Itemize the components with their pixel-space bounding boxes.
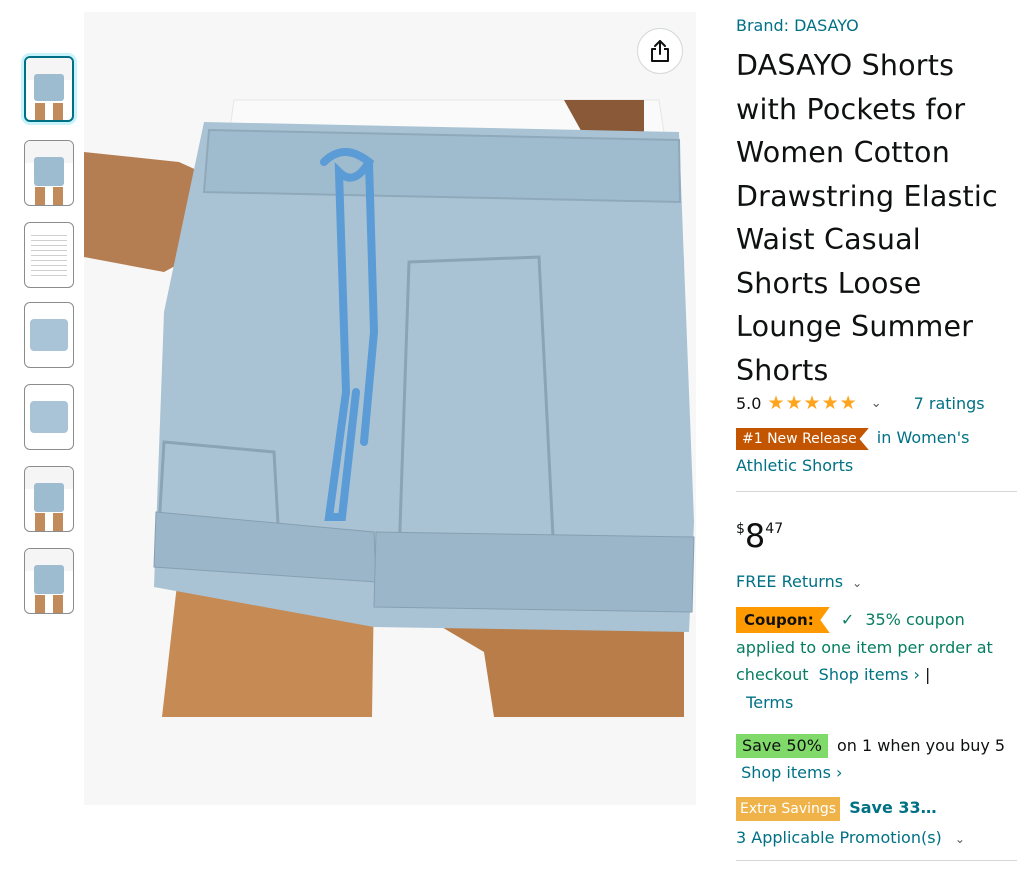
save-text: on 1 when you buy 5 xyxy=(837,736,1006,755)
promotions-link[interactable]: 3 Applicable Promotion(s) ⌄ xyxy=(736,828,965,847)
divider-bottom xyxy=(736,860,1017,861)
promotions-label: 3 Applicable Promotion(s) xyxy=(736,828,942,847)
coupon-block: Coupon: ✓ 35% coupon applied to one item… xyxy=(736,606,1021,716)
chevron-down-icon: ⌄ xyxy=(852,576,863,590)
star-icon: ★ xyxy=(821,392,839,414)
price: $ 8 47 xyxy=(736,517,783,555)
thumbnail-7[interactable] xyxy=(24,548,74,614)
product-title: DASAYO Shorts with Pockets for Women Cot… xyxy=(736,49,998,387)
price-symbol: $ xyxy=(736,521,745,537)
free-returns-link[interactable]: FREE Returns ⌄ xyxy=(736,572,862,591)
chevron-down-icon[interactable]: ⌄ xyxy=(871,396,882,411)
new-release-badge[interactable]: #1 New Release xyxy=(736,428,869,450)
share-icon xyxy=(651,40,669,62)
star-icon: ★ xyxy=(803,392,821,414)
extra-savings-row: Extra Savings Save 33… xyxy=(736,797,1021,821)
checkmark-icon: ✓ xyxy=(840,610,855,629)
ratings-count-link[interactable]: 7 ratings xyxy=(914,394,985,413)
main-product-image[interactable] xyxy=(84,12,696,805)
save-badge: Save 50% xyxy=(736,734,828,758)
extra-savings-text[interactable]: Save 33… xyxy=(849,798,936,817)
price-whole: 8 xyxy=(744,517,766,555)
coupon-terms-link[interactable]: Terms xyxy=(746,693,793,712)
share-button[interactable] xyxy=(637,28,683,74)
thumbnail-5[interactable] xyxy=(24,384,74,450)
star-icon: ★ xyxy=(785,392,803,414)
coupon-badge: Coupon: xyxy=(736,607,830,633)
star-rating[interactable]: ★ ★ ★ ★ ★ xyxy=(767,393,856,413)
rating-value: 5.0 xyxy=(736,393,762,413)
brand-link[interactable]: Brand: DASAYO xyxy=(736,16,859,35)
chevron-down-icon: ⌄ xyxy=(954,832,965,846)
extra-savings-badge: Extra Savings xyxy=(736,797,841,821)
coupon-shop-items-link[interactable]: Shop items › xyxy=(819,665,920,684)
shorts-illustration xyxy=(84,12,696,805)
star-icon: ★ xyxy=(767,392,785,414)
thumbnail-1[interactable] xyxy=(24,56,74,122)
returns-label: FREE Returns xyxy=(736,572,844,591)
divider xyxy=(736,491,1017,492)
best-seller-row: #1 New Release in Women's Athletic Shorts xyxy=(736,424,1021,480)
thumbnail-2[interactable] xyxy=(24,140,74,206)
rating-row: 5.0 ★ ★ ★ ★ ★ ⌄ 7 ratings xyxy=(736,392,985,414)
thumbnail-size-chart[interactable] xyxy=(24,222,74,288)
price-fraction: 47 xyxy=(765,521,784,537)
thumbnail-4[interactable] xyxy=(24,302,74,368)
thumbnail-6[interactable] xyxy=(24,466,74,532)
save-shop-items-link[interactable]: Shop items › xyxy=(741,763,842,782)
save-promo-block: Save 50% on 1 when you buy 5 Shop items … xyxy=(736,732,1021,786)
star-icon: ★ xyxy=(839,392,857,414)
separator: | xyxy=(925,665,931,684)
